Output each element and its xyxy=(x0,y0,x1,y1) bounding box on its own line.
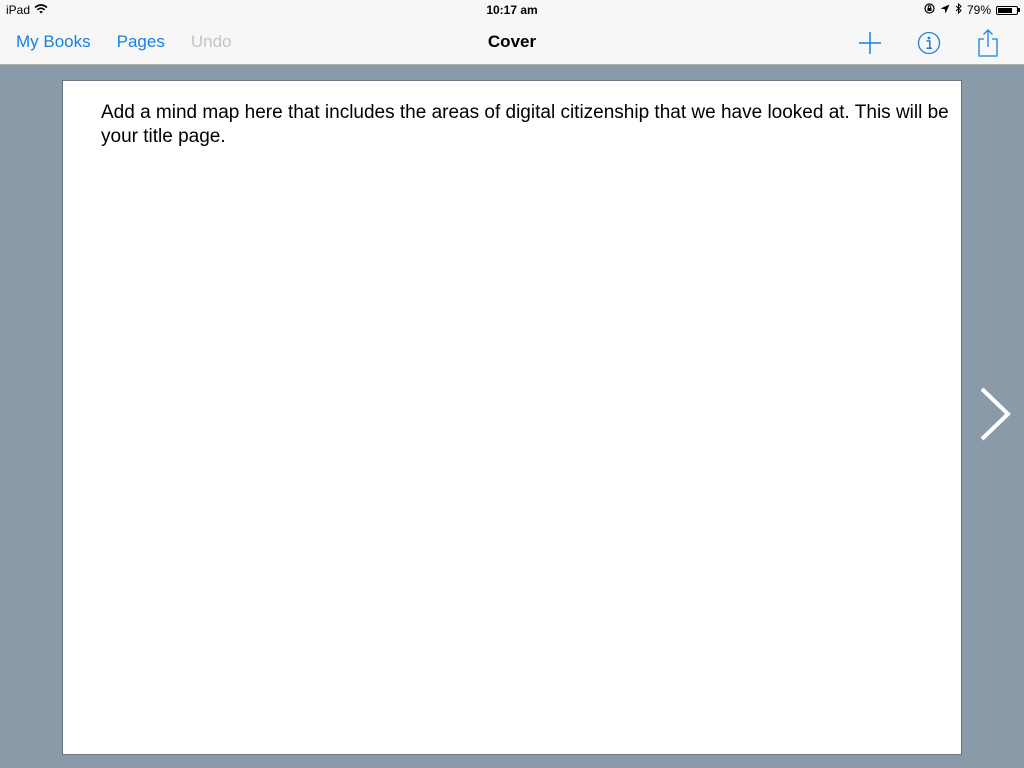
location-icon xyxy=(940,3,950,17)
battery-icon xyxy=(996,5,1020,15)
chevron-right-icon[interactable] xyxy=(978,386,1014,442)
nav-bar: My Books Pages Undo Cover xyxy=(0,20,1024,65)
cover-page[interactable]: Add a mind map here that includes the ar… xyxy=(62,80,962,755)
status-right: 79% xyxy=(924,2,1020,17)
share-icon[interactable] xyxy=(972,28,1004,58)
battery-percentage: 79% xyxy=(966,3,991,17)
status-time: 10:17 am xyxy=(486,3,538,17)
page-text[interactable]: Add a mind map here that includes the ar… xyxy=(101,101,951,149)
info-icon[interactable] xyxy=(913,28,945,58)
nav-right xyxy=(854,28,1004,58)
status-bar: iPad 10:17 am 79% xyxy=(0,0,1024,20)
battery-fill xyxy=(998,7,1013,13)
plus-icon[interactable] xyxy=(854,28,886,58)
bluetooth-icon xyxy=(955,2,962,17)
rotation-lock-icon xyxy=(924,3,935,17)
